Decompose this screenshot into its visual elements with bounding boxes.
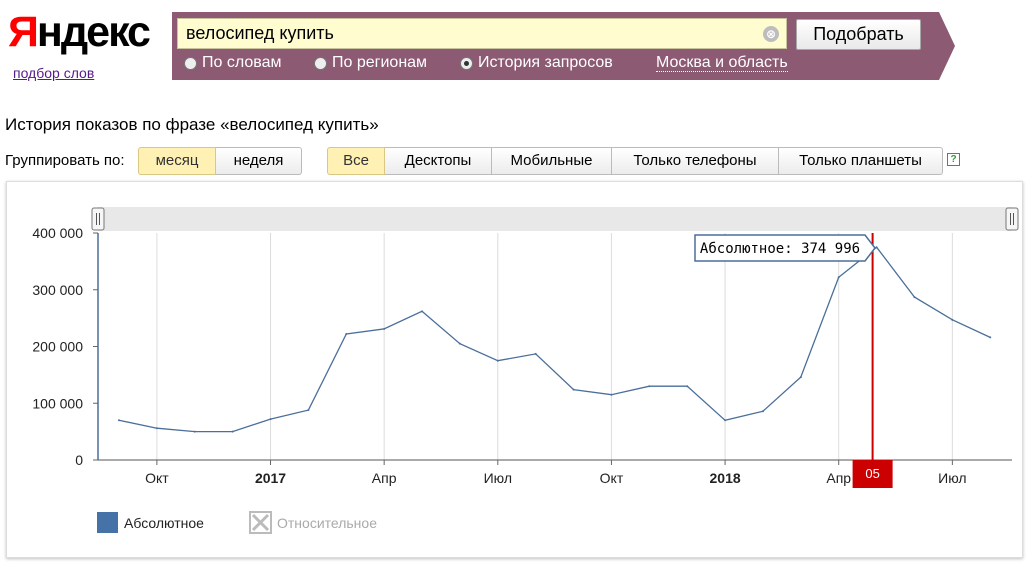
x-tick-label: Апр: [826, 470, 851, 486]
cursor-label: 05: [865, 466, 879, 481]
series-line[interactable]: [118, 246, 991, 433]
legend-item-relative[interactable]: Относительное: [249, 511, 377, 534]
data-point[interactable]: [875, 246, 878, 249]
data-point[interactable]: [724, 419, 727, 422]
drag-handle-icon[interactable]: [1005, 207, 1019, 231]
y-tick-label: 400 000: [32, 225, 83, 241]
data-point[interactable]: [534, 352, 537, 355]
x-tick-label: Апр: [372, 470, 397, 486]
data-point[interactable]: [989, 336, 992, 339]
drag-handle-icon[interactable]: [91, 207, 105, 231]
legend-label: Относительное: [277, 515, 377, 531]
x-tick-label: Июл: [938, 470, 966, 486]
x-tick-label: 2017: [255, 470, 286, 486]
y-tick-label: 100 000: [32, 395, 83, 411]
legend-swatch: [97, 512, 118, 533]
data-point[interactable]: [648, 385, 651, 388]
data-point[interactable]: [837, 276, 840, 279]
data-point[interactable]: [383, 327, 386, 330]
data-point[interactable]: [951, 318, 954, 321]
data-point[interactable]: [686, 385, 689, 388]
data-point[interactable]: [155, 427, 158, 430]
data-point[interactable]: [118, 419, 120, 422]
y-tick-label: 200 000: [32, 339, 83, 355]
x-tick-label: 2018: [710, 470, 741, 486]
range-navigator[interactable]: [98, 207, 1012, 231]
data-point[interactable]: [231, 430, 234, 433]
data-point[interactable]: [572, 388, 575, 391]
data-point[interactable]: [307, 409, 310, 412]
legend-item-absolute[interactable]: Абсолютное: [97, 512, 204, 533]
data-point[interactable]: [496, 359, 499, 362]
history-chart: 0 100 000 200 000 300 000 400 000 Окт 2017 Апр…: [32, 207, 1019, 534]
data-point[interactable]: [269, 418, 272, 421]
data-point[interactable]: [193, 430, 196, 433]
y-tick-label: 300 000: [32, 282, 83, 298]
x-tick-label: Окт: [145, 470, 169, 486]
data-point[interactable]: [799, 376, 802, 379]
y-tick-label: 0: [75, 452, 83, 468]
tooltip-text: Абсолютное: 374 996: [700, 241, 860, 257]
x-tick-label: Окт: [600, 470, 624, 486]
x-tick-label: Июл: [484, 470, 512, 486]
data-point[interactable]: [345, 333, 348, 336]
legend-label: Абсолютное: [124, 515, 204, 531]
data-point[interactable]: [913, 296, 916, 299]
data-point[interactable]: [421, 310, 424, 313]
data-point[interactable]: [610, 393, 613, 396]
data-point[interactable]: [761, 410, 764, 413]
data-point[interactable]: [458, 342, 461, 345]
